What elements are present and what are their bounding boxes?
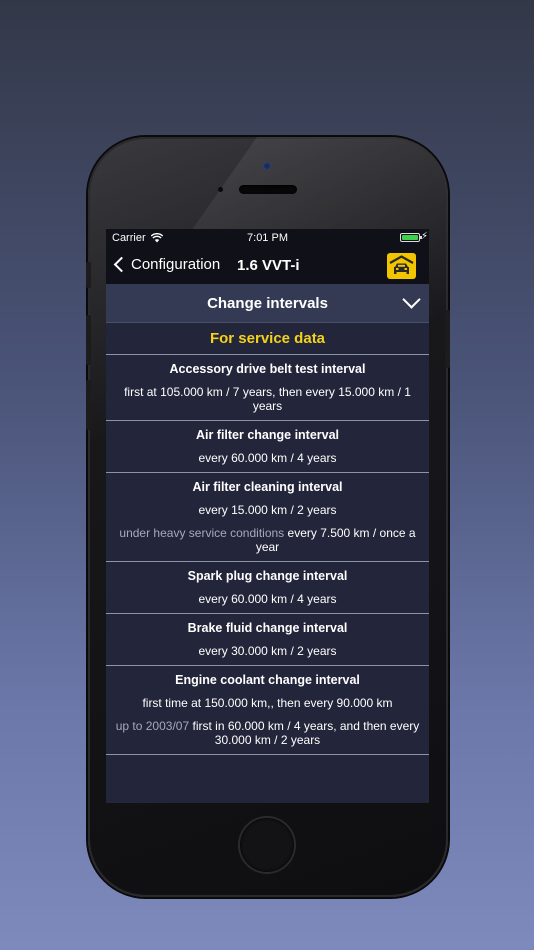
navigation-bar: Configuration 1.6 VVT-i [106, 247, 429, 284]
battery-icon [400, 233, 422, 242]
interval-value: every 60.000 km / 4 years [114, 451, 421, 465]
service-data-subheader: For service data [106, 323, 429, 355]
interval-value: first at 105.000 km / 7 years, then ever… [114, 385, 421, 413]
interval-item: Accessory drive belt test interval first … [106, 355, 429, 421]
proximity-sensor [218, 187, 223, 192]
interval-text: every 60.000 km / 4 years [198, 451, 337, 465]
interval-value: first time at 150.000 km,, then every 90… [114, 696, 421, 710]
interval-value: every 15.000 km / 2 years [114, 503, 421, 517]
status-bar: Carrier 7:01 PM ⚡ [106, 229, 429, 247]
interval-item: Brake fluid change interval every 30.000 … [106, 614, 429, 666]
interval-title: Air filter change interval [195, 428, 340, 442]
interval-item: Air filter cleaning interval every 15.000… [106, 473, 429, 562]
section-header[interactable]: Change intervals [106, 284, 429, 323]
power-button [445, 310, 450, 368]
chevron-left-icon [113, 256, 130, 273]
interval-condition: under heavy service conditions [119, 526, 285, 540]
interval-text: every 60.000 km / 4 years [198, 592, 337, 606]
interval-title: Air filter cleaning interval [192, 480, 343, 494]
interval-title: Engine coolant change interval [175, 673, 360, 687]
interval-value: under heavy service conditions every 7.5… [114, 526, 421, 554]
interval-title: Brake fluid change interval [187, 621, 348, 635]
interval-value: up to 2003/07 first in 60.000 km / 4 yea… [114, 719, 421, 747]
interval-condition: up to 2003/07 [115, 719, 190, 733]
interval-text: first at 105.000 km / 7 years, then ever… [124, 385, 411, 413]
interval-list: Accessory drive belt test interval first … [106, 355, 429, 755]
interval-text: first time at 150.000 km,, then every 90… [142, 696, 393, 710]
car-garage-icon [389, 255, 414, 274]
earpiece-speaker [239, 185, 297, 194]
interval-title: Spark plug change interval [187, 569, 348, 583]
back-button-label: Configuration [131, 256, 221, 273]
interval-title: Accessory drive belt test interval [169, 362, 366, 376]
back-button[interactable]: Configuration [113, 256, 220, 273]
garage-button[interactable] [387, 253, 416, 279]
chevron-down-icon[interactable] [402, 290, 421, 309]
front-camera [263, 162, 271, 170]
interval-value: every 30.000 km / 2 years [114, 644, 421, 658]
interval-item: Air filter change interval every 60.000 k… [106, 421, 429, 473]
interval-value: every 60.000 km / 4 years [114, 592, 421, 606]
volume-up-button [86, 315, 91, 365]
charging-bolt-icon: ⚡ [420, 231, 428, 242]
interval-text: every 30.000 km / 2 years [198, 644, 337, 658]
clock-label: 7:01 PM [247, 232, 288, 244]
mute-switch [86, 262, 91, 288]
volume-down-button [86, 380, 91, 430]
interval-text: first in 60.000 km / 4 years, and then e… [192, 719, 420, 747]
interval-text: every 15.000 km / 2 years [198, 503, 337, 517]
interval-item: Spark plug change interval every 60.000 k… [106, 562, 429, 614]
nav-title: 1.6 VVT-i [237, 257, 300, 274]
section-title: Change intervals [207, 294, 328, 312]
home-button [240, 818, 294, 872]
interval-item: Engine coolant change interval first time… [106, 666, 429, 755]
app-screen: Carrier 7:01 PM ⚡ Configuration 1.6 VVT-… [106, 229, 429, 803]
